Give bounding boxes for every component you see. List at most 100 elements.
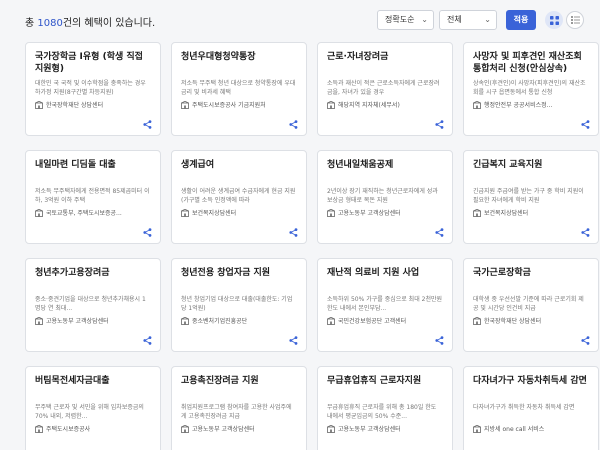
benefit-card[interactable]: 고용촉진장려금 지원 취업지원프로그램 참여자를 고용한 사업주에게 고용촉진장… (171, 366, 307, 450)
benefit-card[interactable]: 사망자 및 피후견인 재산조회 통합처리 신청(안심상속) 상속인(후견인)이 … (463, 42, 599, 136)
card-title: 내일마련 디딤돌 대출 (35, 160, 116, 170)
organization-name: 보건복지상담센터 (192, 210, 237, 217)
card-organization: 지방세 one call 서비스 (473, 424, 589, 433)
share-icon[interactable] (143, 336, 152, 345)
card-organization: 국민건강보험공단 고객센터 (327, 316, 443, 325)
building-icon (473, 208, 481, 217)
list-view-button[interactable] (566, 11, 584, 29)
card-description: 상속인(후견인)이 사망자(피후견인)의 재산조회를 시구 읍면동에서 통합 신… (473, 80, 586, 96)
organization-name: 주택도시보증공사 (46, 426, 91, 433)
card-organization: 보건복지상담센터 (473, 208, 589, 217)
organization-name: 한국장학재단 상담센터 (46, 102, 104, 109)
card-title: 다자녀가구 자동차취득세 감면 (473, 376, 587, 386)
building-icon (35, 424, 43, 433)
card-organization: 주택도시보증공사 (35, 424, 151, 433)
card-description: 긴급지원 주급여를 받는 가구 중 학비 지원이 필요한 자녀에게 학비 지원 (473, 188, 584, 204)
building-icon (35, 100, 43, 109)
organization-name: 고용노동부 고객상담센터 (338, 210, 401, 217)
category-select[interactable]: 전체 ⌄ (439, 10, 497, 30)
share-icon[interactable] (143, 228, 152, 237)
organization-name: 고용노동부 고객상담센터 (46, 318, 109, 325)
benefit-card[interactable]: 국가근로장학금 대학생 중 우선선발 기준에 따라 근로기회 제공 및 시간당 … (463, 258, 599, 352)
organization-name: 해당지역 지자체(세무서) (338, 102, 400, 109)
share-icon[interactable] (581, 336, 590, 345)
card-organization: 고용노동부 고객상담센터 (327, 424, 443, 433)
organization-name: 고용노동부 고객상담센터 (192, 426, 255, 433)
card-description: 청년 창업기업 대상으로 대출(대출한도: 기업당 1억원) (181, 296, 293, 312)
card-title: 버팀목전세자금대출 (35, 376, 110, 386)
benefit-card[interactable]: 청년전용 창업자금 지원 청년 창업기업 대상으로 대출(대출한도: 기업당 1… (171, 258, 307, 352)
share-icon[interactable] (435, 336, 444, 345)
card-description: 2년이상 장기 재직하는 청년근로자에게 성과보상금 형태로 목돈 지원 (327, 188, 438, 204)
apply-button[interactable]: 적용 (506, 10, 536, 30)
building-icon (473, 100, 481, 109)
benefit-card[interactable]: 무급휴업휴직 근로자지원 무급휴업휴직 근로자를 위해 총 180일 한도 내에… (317, 366, 453, 450)
chevron-down-icon: ⌄ (484, 15, 491, 24)
card-description: 다자녀가구가 취득한 자동차 취득세 감면 (473, 404, 575, 411)
share-icon[interactable] (435, 228, 444, 237)
organization-name: 지방세 one call 서비스 (484, 426, 545, 433)
building-icon (327, 208, 335, 217)
card-description: 저소득 무주택 청년 대상으로 청약통장에 우대금리 및 비과세 혜택 (181, 80, 296, 96)
benefit-card[interactable]: 청년내일채움공제 2년이상 장기 재직하는 청년근로자에게 성과보상금 형태로 … (317, 150, 453, 244)
card-title: 청년내일채움공제 (327, 160, 394, 170)
card-title: 청년우대형청약통장 (181, 52, 256, 62)
benefit-card[interactable]: 생계급여 생활이 어려운 생계급여 수급자에게 현금 지원(가구별 소득 인정액… (171, 150, 307, 244)
organization-name: 국민건강보험공단 고객센터 (338, 318, 407, 325)
share-icon[interactable] (435, 120, 444, 129)
card-title: 국가장학금 Ⅰ유형 (학생 직접지원형) (35, 52, 143, 74)
share-icon[interactable] (581, 120, 590, 129)
building-icon (181, 100, 189, 109)
benefit-card[interactable]: 근로·자녀장려금 소득과 재산이 적은 근로소득자에게 근로장려금을, 자녀가 … (317, 42, 453, 136)
card-title: 고용촉진장려금 지원 (181, 376, 259, 386)
benefit-card[interactable]: 청년우대형청약통장 저소득 무주택 청년 대상으로 청약통장에 우대금리 및 비… (171, 42, 307, 136)
organization-name: 보건복지상담센터 (484, 210, 529, 217)
building-icon (327, 424, 335, 433)
building-icon (181, 208, 189, 217)
building-icon (35, 208, 43, 217)
card-description: 대한민 국 국적 및 이수학점을 충족하는 경우 하가정 지원(8구간별 차등지… (35, 80, 146, 96)
building-icon (181, 424, 189, 433)
benefit-card[interactable]: 국가장학금 Ⅰ유형 (학생 직접지원형) 대한민 국 국적 및 이수학점을 충족… (25, 42, 161, 136)
card-description: 취업지원프로그램 참여자를 고용한 사업주에게 고용촉진장려금 지급 (181, 404, 292, 420)
card-description: 중소·중견기업을 대상으로 청년추가채용시 1명당 연 최대... (35, 296, 146, 312)
organization-name: 한국장학재단 상담센터 (484, 318, 542, 325)
benefit-card[interactable]: 내일마련 디딤돌 대출 저소득 무주택자에게 전용면적 85제곱미터 이하, 3… (25, 150, 161, 244)
card-description: 무급휴업휴직 근로자를 위해 총 180일 한도 내에서 평균임금의 50% 수… (327, 404, 437, 420)
organization-name: 행정안전부 공공서비스정... (484, 102, 553, 109)
share-icon[interactable] (289, 120, 298, 129)
organization-name: 국토교통부, 주택도시보증공... (46, 210, 122, 217)
card-title: 국가근로장학금 (473, 268, 531, 278)
card-organization: 고용노동부 고객상담센터 (327, 208, 443, 217)
card-description: 소득하위 50% 가구를 중심으로 최대 2천만원 한도 내에서 본인부담... (327, 296, 443, 312)
card-organization: 중소벤처기업진흥공단 (181, 316, 297, 325)
sort-select[interactable]: 정확도순 ⌄ (377, 10, 434, 30)
card-description: 저소득 무주택자에게 전용면적 85제곱미터 이하, 3억원 이하 주택 (35, 188, 150, 204)
card-organization: 보건복지상담센터 (181, 208, 297, 217)
benefit-card[interactable]: 청년추가고용장려금 중소·중견기업을 대상으로 청년추가채용시 1명당 연 최대… (25, 258, 161, 352)
card-title: 청년추가고용장려금 (35, 268, 110, 278)
grid-view-button[interactable] (545, 11, 563, 29)
card-organization: 한국장학재단 상담센터 (35, 100, 151, 109)
benefit-card[interactable]: 재난적 의료비 지원 사업 소득하위 50% 가구를 중심으로 최대 2천만원 … (317, 258, 453, 352)
building-icon (327, 100, 335, 109)
benefit-card[interactable]: 긴급복지 교육지원 긴급지원 주급여를 받는 가구 중 학비 지원이 필요한 자… (463, 150, 599, 244)
card-title: 근로·자녀장려금 (327, 52, 389, 62)
organization-name: 중소벤처기업진흥공단 (192, 318, 248, 325)
building-icon (181, 316, 189, 325)
share-icon[interactable] (581, 228, 590, 237)
share-icon[interactable] (289, 336, 298, 345)
benefit-card[interactable]: 다자녀가구 자동차취득세 감면 다자녀가구가 취득한 자동차 취득세 감면 지방… (463, 366, 599, 450)
card-organization: 한국장학재단 상담센터 (473, 316, 589, 325)
card-description: 무주택 근로자 및 서민을 위해 임차보증금의 70% 내외, 저렴한... (35, 404, 144, 420)
share-icon[interactable] (143, 120, 152, 129)
grid-view-icon (549, 15, 559, 25)
card-title: 청년전용 창업자금 지원 (181, 268, 271, 278)
results-toolbar: 총 1080건의 혜택이 있습니다. 정확도순 ⌄ 전체 ⌄ 적용 (0, 8, 600, 34)
share-icon[interactable] (289, 228, 298, 237)
organization-name: 주택도시보증공사 기금지원처 (192, 102, 266, 109)
benefit-card-grid: 국가장학금 Ⅰ유형 (학생 직접지원형) 대한민 국 국적 및 이수학점을 충족… (25, 42, 599, 450)
benefit-card[interactable]: 버팀목전세자금대출 무주택 근로자 및 서민을 위해 임차보증금의 70% 내외… (25, 366, 161, 450)
card-description: 생활이 어려운 생계급여 수급자에게 현금 지원(가구별 소득 인정액에 따라 (181, 188, 296, 204)
card-organization: 국토교통부, 주택도시보증공... (35, 208, 151, 217)
